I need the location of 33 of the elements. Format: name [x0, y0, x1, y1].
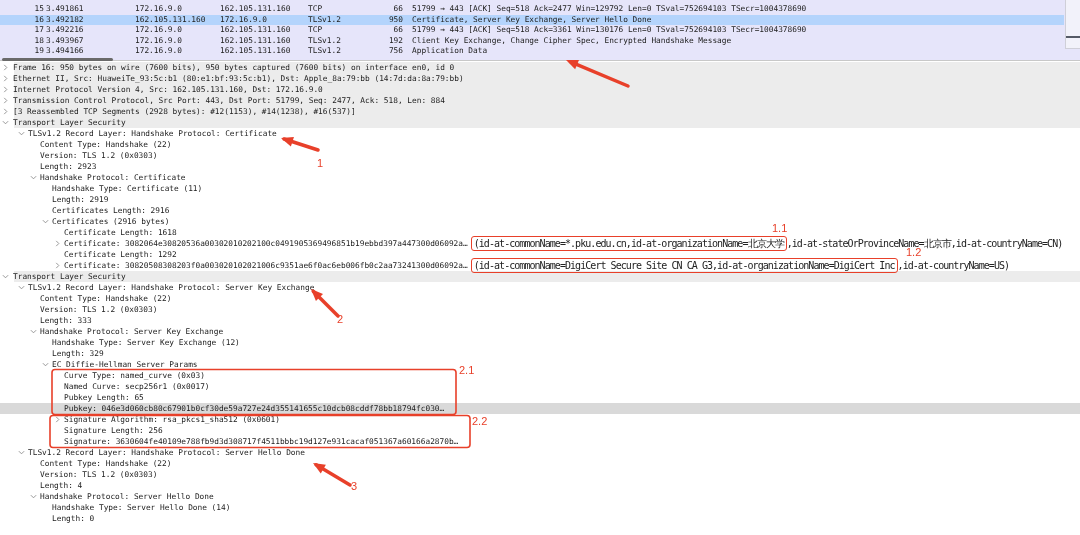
chevron-down-icon[interactable] [18, 130, 25, 137]
annotation-label: 3 [351, 480, 358, 492]
chevron-right-icon[interactable] [54, 416, 61, 423]
annotation-label: 2.1 [459, 364, 475, 376]
chevron-right-icon[interactable] [2, 75, 9, 82]
chevron-right-icon[interactable] [2, 86, 9, 93]
scrollbar-thumb[interactable] [2, 57, 113, 61]
annotation-arrow [313, 463, 352, 487]
annotation-label: 1 [317, 157, 324, 169]
tree-item-subject: (id-at-commonName=DigiCert Secure Site CN CA G3,id-at-organizationName=DigiCert Inc [473, 259, 895, 272]
chevron-right-icon[interactable] [2, 108, 9, 115]
annotation-arrow [566, 60, 630, 88]
chevron-right-icon[interactable] [54, 262, 61, 269]
chevron-down-icon[interactable] [42, 218, 49, 225]
chevron-down-icon[interactable] [2, 273, 9, 280]
annotation-arrow [281, 136, 320, 152]
tree-item-subject: (id-at-commonName=*.pku.edu.cn,id-at-organizationName=北京大学 [473, 237, 784, 250]
chevron-down-icon[interactable] [30, 328, 37, 335]
chevron-right-icon[interactable] [54, 240, 61, 247]
tree-item-subject: ,id-at-stateOrProvinceName=北京市,id-at-countryName=CN) [786, 238, 1063, 249]
chevron-down-icon[interactable] [2, 119, 9, 126]
annotation-label: 1.2 [906, 246, 922, 258]
minimap[interactable] [1065, 0, 1080, 49]
chevron-down-icon[interactable] [18, 284, 25, 291]
chevron-down-icon[interactable] [42, 361, 49, 368]
chevron-right-icon[interactable] [2, 64, 9, 71]
annotation-label: 2.2 [472, 415, 488, 427]
chevron-right-icon[interactable] [2, 97, 9, 104]
annotation-label: 1.1 [772, 222, 788, 234]
tree-item-subject: ,id-at-countryName=US) [897, 260, 1010, 271]
chevron-down-icon[interactable] [30, 493, 37, 500]
chevron-down-icon[interactable] [30, 174, 37, 181]
chevron-down-icon[interactable] [18, 449, 25, 456]
